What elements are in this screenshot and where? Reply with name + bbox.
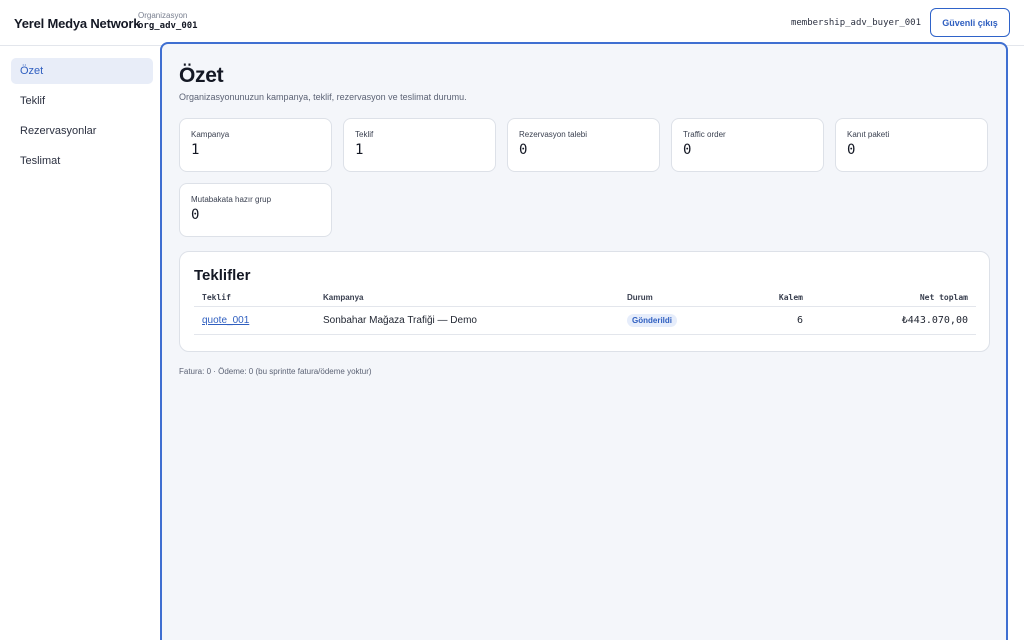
stat-value: 1 xyxy=(191,142,200,158)
membership-id: membership_adv_buyer_001 xyxy=(790,18,921,28)
page-title: Özet xyxy=(179,64,224,87)
stat-label: Kanıt paketi xyxy=(847,130,890,139)
sidebar: Özet Teklif Rezervasyonlar Teslimat xyxy=(0,46,160,640)
brand-name: Yerel Medya Network xyxy=(14,16,141,31)
quote-link[interactable]: quote_001 xyxy=(202,315,249,326)
stat-value: 1 xyxy=(355,142,364,158)
stat-label: Rezervasyon talebi xyxy=(519,130,588,139)
status-cell: Gönderildi xyxy=(619,306,729,335)
campaign-cell: Sonbahar Mağaza Trafiği — Demo xyxy=(315,306,619,335)
stat-card-teklif: Teklif 1 xyxy=(343,118,496,172)
sidebar-item-teslimat[interactable]: Teslimat xyxy=(11,148,153,174)
items-cell: 6 xyxy=(729,306,811,335)
stat-value: 0 xyxy=(519,142,528,158)
billing-footnote: Fatura: 0 · Ödeme: 0 (bu sprintte fatura… xyxy=(179,367,372,376)
stat-label: Mutabakata hazır grup xyxy=(191,195,272,204)
stat-value: 0 xyxy=(847,142,856,158)
column-header-quote: Teklif xyxy=(194,289,315,307)
top-bar: Yerel Medya Network Organizasyon org_adv… xyxy=(0,0,1024,46)
logout-button[interactable]: Güvenli çıkış xyxy=(930,8,1010,37)
column-header-net-total: Net toplam xyxy=(811,289,976,307)
quotes-table: Teklif Kampanya Durum Kalem Net toplam q… xyxy=(194,289,976,335)
quotes-card: Teklifler Teklif Kampanya Durum Kalem Ne… xyxy=(179,251,990,352)
stat-value: 0 xyxy=(191,207,200,223)
sidebar-item-teklif[interactable]: Teklif xyxy=(11,88,153,114)
net-total-cell: ₺443.070,00 xyxy=(811,306,976,335)
stat-label: Traffic order xyxy=(683,130,726,139)
sidebar-item-ozet[interactable]: Özet xyxy=(11,58,153,84)
sidebar-item-rezervasyonlar[interactable]: Rezervasyonlar xyxy=(11,118,153,144)
main-panel: Özet Organizasyonunuzun kampanya, teklif… xyxy=(160,42,1008,640)
stat-value: 0 xyxy=(683,142,692,158)
status-badge: Gönderildi xyxy=(627,313,677,327)
stat-card-kampanya: Kampanya 1 xyxy=(179,118,332,172)
column-header-status: Durum xyxy=(619,289,729,307)
column-header-campaign: Kampanya xyxy=(315,289,619,307)
org-label: Organizasyon xyxy=(138,11,188,20)
table-header-row: Teklif Kampanya Durum Kalem Net toplam xyxy=(194,289,976,307)
table-row: quote_001 Sonbahar Mağaza Trafiği — Demo… xyxy=(194,306,976,335)
stat-card-traffic-order: Traffic order 0 xyxy=(671,118,824,172)
stat-label: Teklif xyxy=(355,130,374,139)
quote-cell: quote_001 xyxy=(194,306,315,335)
quotes-title: Teklifler xyxy=(194,267,251,284)
stat-card-kanit-paketi: Kanıt paketi 0 xyxy=(835,118,988,172)
stat-card-mutabakata-hazir-grup: Mutabakata hazır grup 0 xyxy=(179,183,332,237)
stats-grid: Kampanya 1 Teklif 1 Rezervasyon talebi 0… xyxy=(179,118,989,237)
org-value: org_adv_001 xyxy=(138,21,198,32)
page-subtitle: Organizasyonunuzun kampanya, teklif, rez… xyxy=(179,92,467,102)
stat-label: Kampanya xyxy=(191,130,230,139)
column-header-items: Kalem xyxy=(729,289,811,307)
stat-card-rezervasyon-talebi: Rezervasyon talebi 0 xyxy=(507,118,660,172)
organization-indicator: Organizasyon org_adv_001 xyxy=(138,11,198,32)
